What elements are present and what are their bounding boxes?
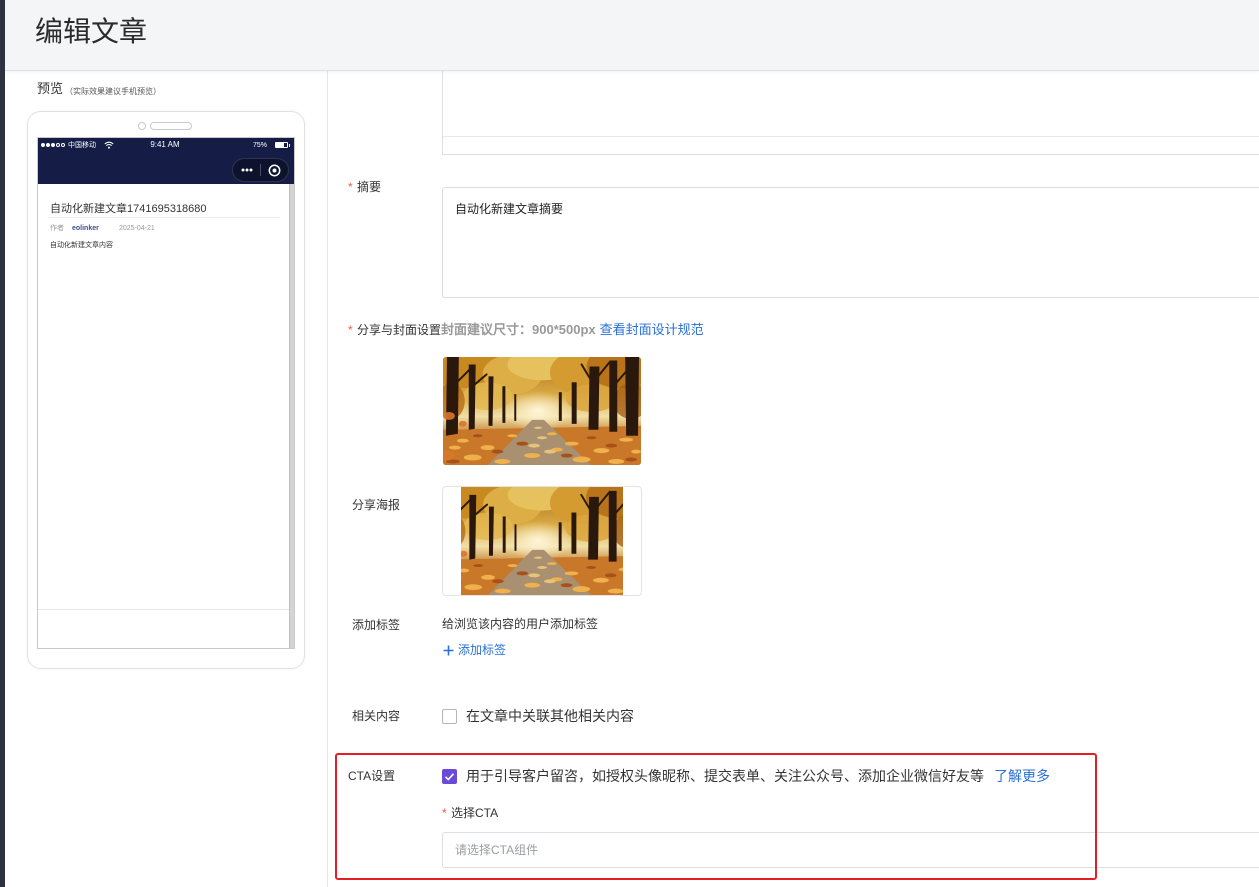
page-header: 编辑文章 bbox=[5, 0, 1259, 71]
more-icon bbox=[241, 168, 252, 172]
cover-photo bbox=[443, 357, 641, 465]
summary-input[interactable]: 自动化新建文章摘要 bbox=[442, 187, 1259, 298]
cta-learn-more-link[interactable]: 了解更多 bbox=[994, 767, 1050, 785]
signal-dot bbox=[46, 143, 50, 147]
status-time: 9:41 AM bbox=[150, 140, 180, 149]
phone-article: 自动化新建文章1741695318680 作者 eolinker 2025-04… bbox=[38, 184, 289, 648]
phone-footer bbox=[38, 609, 289, 648]
cover-guide-link[interactable]: 查看封面设计规范 bbox=[600, 322, 704, 338]
publish-date: 2025-04-21 bbox=[119, 225, 155, 232]
cta-option: 用于引导客户留咨，如授权头像昵称、提交表单、关注公众号、添加企业微信好友等 了解… bbox=[442, 767, 1050, 785]
phone-camera bbox=[138, 122, 146, 130]
cta-select-label: 选择CTA bbox=[451, 806, 499, 820]
signal-dot bbox=[51, 143, 55, 147]
related-option-label[interactable]: 在文章中关联其他相关内容 bbox=[466, 707, 634, 725]
tags-label: 添加标签 bbox=[352, 618, 401, 632]
phone-speaker bbox=[150, 122, 192, 130]
capsule-close-button[interactable] bbox=[261, 159, 288, 181]
preview-label: 预览 bbox=[37, 81, 64, 96]
poster-label: 分享海报 bbox=[352, 498, 401, 512]
required-mark: * bbox=[348, 323, 353, 337]
related-option: 在文章中关联其他相关内容 bbox=[442, 707, 634, 725]
article-divider bbox=[48, 217, 280, 218]
summary-label: 摘要 bbox=[357, 180, 382, 194]
add-tag-button[interactable]: 添加标签 bbox=[443, 642, 506, 658]
carrier-name: 中国移动 bbox=[68, 142, 96, 149]
battery-percent: 75% bbox=[253, 142, 268, 149]
plus-icon bbox=[443, 645, 454, 655]
author-name: eolinker bbox=[72, 225, 99, 232]
required-mark: * bbox=[348, 180, 353, 194]
check-icon bbox=[444, 772, 455, 781]
content-editor-footer bbox=[443, 136, 1259, 154]
poster-image bbox=[461, 487, 623, 595]
battery-icon bbox=[275, 142, 290, 148]
mini-program-capsule bbox=[232, 158, 289, 182]
signal-dot bbox=[61, 143, 65, 147]
phone-status-bar: 中国移动 9:41 AM 75% bbox=[38, 138, 294, 184]
author-label: 作者 bbox=[50, 225, 64, 232]
article-title: 自动化新建文章1741695318680 bbox=[50, 203, 207, 215]
sidebar-edge bbox=[0, 0, 5, 887]
cta-option-label[interactable]: 用于引导客户留咨，如授权头像昵称、提交表单、关注公众号、添加企业微信好友等 bbox=[466, 767, 984, 785]
cta-select-field-label: * 选择CTA bbox=[442, 805, 498, 821]
content-editor[interactable] bbox=[442, 71, 1259, 155]
cover-size-hint: 封面建议尺寸：900*500px bbox=[441, 322, 596, 337]
cta-checkbox[interactable] bbox=[442, 768, 457, 784]
preview-hint: （实际效果建议手机预览） bbox=[65, 87, 161, 96]
panel-divider bbox=[327, 71, 328, 887]
signal-strength-icon bbox=[41, 143, 65, 147]
cover-field-label: * 分享与封面设置 封面建议尺寸：900*500px 查看封面设计规范 bbox=[348, 322, 704, 338]
cover-image[interactable] bbox=[443, 357, 641, 465]
required-mark: * bbox=[442, 806, 447, 820]
article-meta: 作者 eolinker 2025-04-21 bbox=[50, 224, 155, 233]
phone-screen: 中国移动 9:41 AM 75% 自动化新建文章1741695318680 作者… bbox=[37, 137, 295, 649]
tags-hint: 给浏览该内容的用户添加标签 bbox=[442, 617, 599, 631]
phone-scrollbar[interactable] bbox=[289, 184, 294, 648]
add-tag-label: 添加标签 bbox=[458, 643, 507, 657]
poster-upload-box[interactable] bbox=[442, 486, 642, 596]
related-label: 相关内容 bbox=[352, 709, 401, 723]
cta-label: CTA设置 bbox=[348, 769, 396, 783]
signal-dot bbox=[56, 143, 60, 147]
summary-field-label: * 摘要 bbox=[348, 179, 381, 195]
article-content: 自动化新建文章内容 bbox=[50, 242, 113, 249]
page-title: 编辑文章 bbox=[35, 16, 148, 47]
related-checkbox[interactable] bbox=[442, 708, 457, 724]
wifi-icon bbox=[104, 141, 114, 149]
poster-photo bbox=[461, 487, 623, 595]
mini-program-close-icon bbox=[268, 164, 281, 176]
cta-select[interactable] bbox=[442, 832, 1259, 868]
capsule-more-button[interactable] bbox=[233, 159, 260, 181]
signal-dot bbox=[41, 143, 45, 147]
battery-level bbox=[276, 143, 285, 147]
cover-label: 分享与封面设置 bbox=[357, 323, 442, 337]
